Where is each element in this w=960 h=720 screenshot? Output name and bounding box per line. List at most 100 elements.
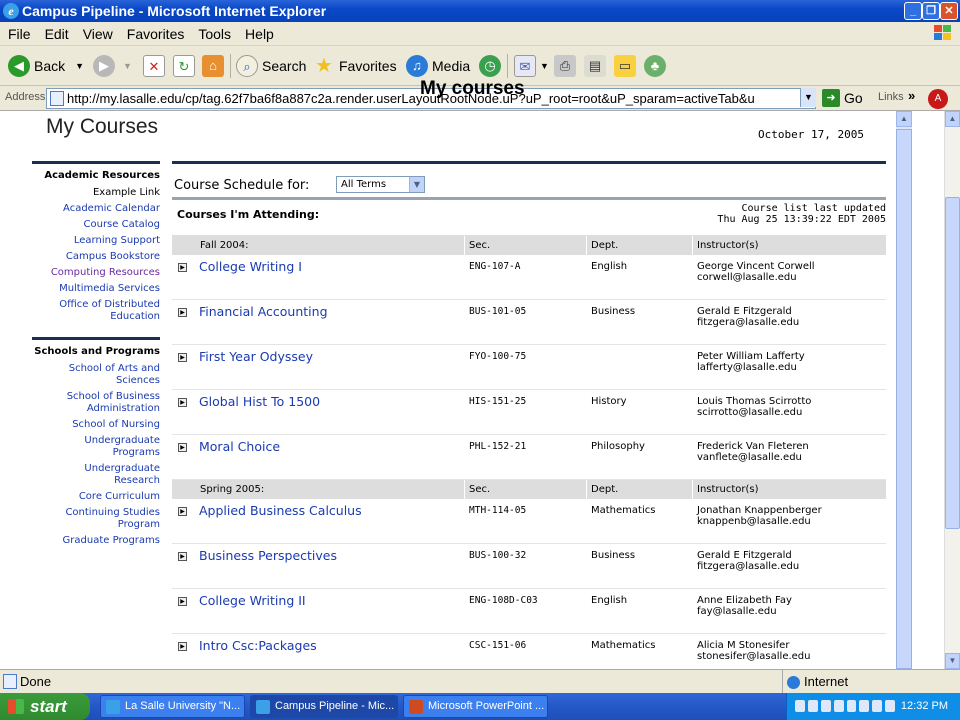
mail-dropdown-icon[interactable]: ▼: [540, 52, 549, 80]
page-scrollbar[interactable]: ▲ ▼: [944, 111, 960, 669]
instructor-email[interactable]: stonesifer@lasalle.edu: [697, 651, 886, 662]
sidebar-link[interactable]: Course Catalog: [32, 219, 161, 231]
course-title-link[interactable]: Moral Choice: [199, 439, 280, 454]
menu-view[interactable]: View: [77, 22, 119, 46]
course-title-link[interactable]: Intro Csc:Packages: [199, 638, 317, 653]
expand-icon[interactable]: ▶: [178, 263, 187, 272]
go-button[interactable]: ➜ Go: [822, 89, 863, 107]
close-button[interactable]: ✕: [940, 2, 958, 20]
taskbar-item[interactable]: Microsoft PowerPoint ...: [403, 695, 548, 718]
expand-icon[interactable]: ▶: [178, 507, 187, 516]
menu-file[interactable]: File: [2, 22, 37, 46]
instructor-email[interactable]: knappenb@lasalle.edu: [697, 516, 886, 527]
sidebar-link[interactable]: Computing Resources: [32, 267, 160, 279]
instructor-email[interactable]: vanflete@lasalle.edu: [697, 452, 886, 463]
instructor-email[interactable]: corwell@lasalle.edu: [697, 272, 886, 283]
back-label: Back: [34, 58, 66, 74]
favorites-button[interactable]: ★ Favorites: [313, 52, 397, 80]
tray-icon[interactable]: [872, 700, 883, 712]
globe-icon: [787, 676, 800, 690]
search-button[interactable]: ⌕ Search: [236, 52, 306, 80]
course-title-link[interactable]: Global Hist To 1500: [199, 394, 320, 409]
term-section: Fall 2004: Sec. Dept. Instructor(s) ▶ College…: [172, 236, 886, 480]
forward-dropdown-icon[interactable]: ▼: [123, 52, 132, 80]
scroll-down-icon[interactable]: ▼: [945, 653, 960, 669]
tray-icon[interactable]: [795, 700, 805, 712]
course-title-link[interactable]: College Writing I: [199, 259, 302, 274]
sidebar-link[interactable]: Example Link: [32, 187, 160, 199]
menu-help[interactable]: Help: [239, 22, 280, 46]
sidebar-link[interactable]: Multimedia Services: [32, 283, 160, 295]
expand-icon[interactable]: ▶: [178, 597, 187, 606]
refresh-button[interactable]: ↻: [173, 52, 199, 80]
course-row: ▶ First Year Odyssey FYO-100-75 Peter Willi…: [172, 345, 886, 390]
links-label[interactable]: Links: [878, 91, 904, 103]
mail-button[interactable]: ✉ ▼: [514, 52, 549, 80]
taskbar-item[interactable]: La Salle University "N...: [100, 695, 245, 718]
tray-icon[interactable]: [859, 700, 870, 712]
instructor-email[interactable]: scirrotto@lasalle.edu: [697, 407, 886, 418]
expand-icon[interactable]: ▶: [178, 642, 187, 651]
menu-favorites[interactable]: Favorites: [121, 22, 191, 46]
sidebar-link[interactable]: Campus Bookstore: [32, 251, 160, 263]
instructor-email[interactable]: fitzgera@lasalle.edu: [697, 561, 886, 572]
inner-scrollbar[interactable]: ▲: [896, 111, 912, 669]
course-title-link[interactable]: Applied Business Calculus: [199, 503, 362, 518]
links-chevron-icon[interactable]: »: [908, 88, 915, 103]
course-title-link[interactable]: College Writing II: [199, 593, 306, 608]
taskbar-item[interactable]: Campus Pipeline - Mic...: [250, 695, 398, 718]
address-dropdown-icon[interactable]: ▼: [800, 88, 816, 107]
tray-icon[interactable]: [885, 700, 895, 712]
expand-icon[interactable]: ▶: [178, 308, 187, 317]
sidebar-link[interactable]: Academic Calendar: [32, 203, 160, 215]
sidebar-link[interactable]: Graduate Programs: [32, 535, 160, 547]
expand-icon[interactable]: ▶: [178, 443, 187, 452]
course-section: MTH-114-05: [469, 505, 527, 516]
expand-icon[interactable]: ▶: [178, 398, 187, 407]
scroll-thumb[interactable]: [945, 197, 960, 529]
sidebar-link[interactable]: Undergraduate Research: [32, 463, 160, 487]
sidebar-link[interactable]: School of Arts and Sciences: [32, 363, 160, 387]
expand-icon[interactable]: ▶: [178, 552, 187, 561]
term-select[interactable]: All Terms ▼: [336, 176, 425, 193]
sidebar-link[interactable]: Core Curriculum: [32, 491, 160, 503]
scroll-thumb[interactable]: [896, 129, 912, 669]
tray-icon[interactable]: [833, 700, 844, 712]
course-title-link[interactable]: Financial Accounting: [199, 304, 328, 319]
sidebar-link[interactable]: Undergraduate Programs: [32, 435, 160, 459]
tray-icon[interactable]: [846, 700, 857, 712]
tray-icon[interactable]: [807, 700, 818, 712]
scroll-up-icon[interactable]: ▲: [896, 111, 912, 127]
title-bar[interactable]: e Campus Pipeline - Microsoft Internet E…: [0, 0, 960, 22]
history-button[interactable]: ◷: [479, 52, 505, 80]
stop-button[interactable]: ✕: [143, 52, 169, 80]
back-dropdown-icon[interactable]: ▼: [75, 52, 84, 80]
edit-button[interactable]: ▤: [584, 52, 610, 80]
home-button[interactable]: ⌂: [202, 52, 228, 80]
instructor-email[interactable]: fitzgera@lasalle.edu: [697, 317, 886, 328]
back-button[interactable]: ◀ Back ▼: [8, 52, 84, 80]
instructor-email[interactable]: lafferty@lasalle.edu: [697, 362, 886, 373]
discuss-button[interactable]: ▭: [614, 52, 640, 80]
expand-icon[interactable]: ▶: [178, 353, 187, 362]
course-title-link[interactable]: Business Perspectives: [199, 548, 337, 563]
acrobat-icon[interactable]: A: [928, 89, 948, 109]
sidebar-link[interactable]: School of Business Administration: [32, 391, 160, 415]
menu-edit[interactable]: Edit: [39, 22, 75, 46]
start-button[interactable]: start: [0, 693, 90, 720]
sidebar-link[interactable]: Continuing Studies Program: [32, 507, 160, 531]
maximize-button[interactable]: ❐: [922, 2, 940, 20]
course-title-link[interactable]: First Year Odyssey: [199, 349, 313, 364]
scroll-up-icon[interactable]: ▲: [945, 111, 960, 127]
minimize-button[interactable]: _: [904, 2, 922, 20]
messenger-button[interactable]: ♣: [644, 52, 670, 80]
sidebar-link[interactable]: Learning Support: [32, 235, 160, 247]
tray-icon[interactable]: [820, 700, 831, 712]
menu-tools[interactable]: Tools: [192, 22, 237, 46]
sidebar-link[interactable]: Office of Distributed Education: [32, 299, 160, 323]
sidebar-link[interactable]: School of Nursing: [32, 419, 160, 431]
media-button[interactable]: ♫ Media: [406, 52, 470, 80]
print-button[interactable]: ⎙: [554, 52, 580, 80]
forward-button[interactable]: ▶ ▼: [93, 52, 132, 80]
instructor-email[interactable]: fay@lasalle.edu: [697, 606, 886, 617]
